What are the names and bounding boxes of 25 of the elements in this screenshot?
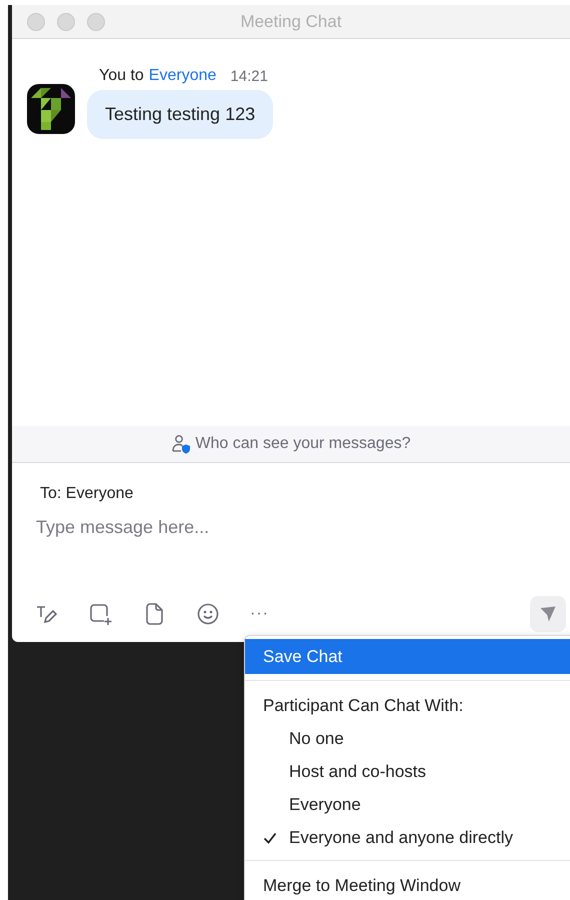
recipient-selector[interactable]: To: Everyone [12, 463, 134, 503]
person-shield-icon [171, 434, 192, 454]
emoji-icon[interactable] [196, 602, 220, 626]
option-label: Host and co-hosts [289, 762, 426, 782]
option-label: Everyone and anyone directly [289, 828, 513, 848]
send-button[interactable] [530, 596, 566, 632]
menu-option[interactable]: Host and co-hosts [245, 755, 570, 788]
privacy-banner[interactable]: Who can see your messages? [12, 426, 570, 463]
more-button[interactable]: ··· [250, 605, 269, 623]
window-title: Meeting Chat [240, 12, 342, 32]
menu-item[interactable]: Merge to Meeting Window [245, 869, 570, 900]
option-label: Everyone [289, 794, 361, 814]
menu-option[interactable]: Everyone [245, 788, 570, 821]
sender-label: You to [99, 67, 144, 85]
send-icon [538, 604, 558, 624]
screenshot-icon[interactable] [88, 602, 112, 626]
menu-option[interactable]: No one [245, 722, 570, 755]
message-time: 14:21 [230, 68, 268, 84]
avatar-icon [27, 84, 75, 134]
menu-header: Participant Can Chat With: [262, 694, 464, 716]
recipient-link[interactable]: Everyone [148, 67, 216, 85]
message-bubble: Testing testing 123 [87, 90, 274, 139]
menu-option[interactable]: Everyone and anyone directly [245, 821, 570, 854]
menu-item[interactable]: Save Chat [245, 639, 570, 674]
option-label: No one [289, 728, 344, 748]
